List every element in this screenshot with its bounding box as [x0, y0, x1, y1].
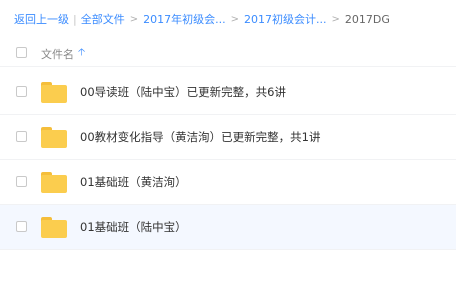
- breadcrumb-level-2[interactable]: 2017初级会计...: [244, 11, 326, 27]
- list-item[interactable]: 00导读班（陆中宝）已更新完整，共6讲: [0, 70, 456, 115]
- select-all-checkbox[interactable]: [16, 47, 27, 58]
- file-name[interactable]: 00导读班（陆中宝）已更新完整，共6讲: [80, 84, 286, 100]
- row-checkbox[interactable]: [16, 131, 27, 142]
- column-header-filename[interactable]: 文件名 🡡: [41, 45, 85, 62]
- list-item[interactable]: 00教材变化指导（黄洁洵）已更新完整，共1讲: [0, 115, 456, 160]
- list-item[interactable]: 01基础班（陆中宝）: [0, 205, 456, 250]
- folder-icon[interactable]: [41, 127, 67, 148]
- row-checkbox[interactable]: [16, 221, 27, 232]
- breadcrumb: 返回上一级 | 全部文件 > 2017年初级会... > 2017初级会计...…: [14, 11, 390, 27]
- chevron-right-icon: >: [331, 13, 340, 25]
- file-name[interactable]: 01基础班（黄洁洵）: [80, 174, 187, 190]
- file-name[interactable]: 00教材变化指导（黄洁洵）已更新完整，共1讲: [80, 129, 320, 145]
- breadcrumb-all-files[interactable]: 全部文件: [81, 11, 125, 27]
- breadcrumb-current: 2017DG: [344, 12, 390, 26]
- folder-icon[interactable]: [41, 172, 67, 193]
- chevron-right-icon: >: [129, 13, 139, 25]
- row-checkbox[interactable]: [16, 176, 27, 187]
- arrow-up-icon[interactable]: 🡡: [78, 45, 85, 62]
- folder-icon[interactable]: [41, 217, 67, 238]
- folder-icon[interactable]: [41, 82, 67, 103]
- row-checkbox[interactable]: [16, 86, 27, 97]
- divider: |: [73, 12, 77, 26]
- chevron-right-icon: >: [230, 13, 239, 25]
- file-name[interactable]: 01基础班（陆中宝）: [80, 219, 187, 235]
- column-header-label: 文件名: [41, 47, 74, 61]
- list-item[interactable]: 01基础班（黄洁洵）: [0, 160, 456, 205]
- list-header: 文件名 🡡: [0, 40, 456, 67]
- breadcrumb-level-1[interactable]: 2017年初级会...: [143, 11, 225, 27]
- back-link[interactable]: 返回上一级: [14, 11, 69, 27]
